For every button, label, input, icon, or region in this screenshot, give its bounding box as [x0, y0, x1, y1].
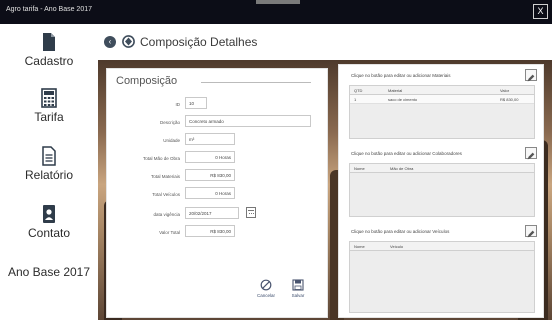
- sidebar: Cadastro Tarifa Relatório Contato Ano Ba…: [0, 24, 98, 320]
- table-cell: 1: [354, 97, 357, 102]
- field-label: Descrição: [159, 120, 180, 125]
- form-row-materiais: Total Materiais: [107, 171, 180, 183]
- user-icon: [43, 205, 55, 223]
- edit-materials-button[interactable]: [525, 69, 537, 82]
- sidebar-item-label: Relatório: [24, 168, 74, 182]
- save-label: Salvar: [291, 293, 305, 298]
- field-label: ID: [175, 102, 181, 107]
- edit-collaborators-button[interactable]: [525, 147, 537, 160]
- unit-field[interactable]: m³: [185, 133, 235, 145]
- main-area: ‹ Composição Detalhes Composição ID 10 D…: [98, 24, 552, 320]
- description-field[interactable]: Concreto armado: [185, 115, 311, 127]
- table-cell: R$ 830,00: [500, 97, 519, 102]
- page-header: ‹ Composição Detalhes: [98, 24, 552, 60]
- title-bar: Agro tarifa - Ano Base 2017 X: [0, 0, 552, 24]
- materials-title: Clique no botão para editar ou adicionar…: [351, 73, 451, 78]
- sidebar-item-relatorio[interactable]: Relatório: [0, 146, 98, 182]
- cancel-button[interactable]: Cancelar: [253, 277, 279, 307]
- validity-date-field[interactable]: 20/02/2017: [185, 207, 239, 219]
- document-icon: [42, 146, 56, 166]
- column-header: QTD: [354, 88, 363, 93]
- labor-total-field: 0 Horas: [185, 151, 235, 163]
- form-title: Composição: [116, 75, 178, 87]
- logo-icon: [122, 35, 135, 48]
- cancel-label: Cancelar: [256, 293, 275, 298]
- field-label: Total Mão de Obra: [142, 156, 180, 161]
- field-label: Total Materiais: [150, 174, 180, 179]
- total-value-field: R$ 830,00: [185, 225, 235, 237]
- drag-handle[interactable]: [256, 0, 300, 4]
- table-cell: saco de cimento: [388, 97, 418, 102]
- column-header: Valor: [500, 88, 510, 93]
- save-button[interactable]: Salvar: [285, 277, 311, 307]
- title-divider: [201, 82, 311, 83]
- calendar-icon[interactable]: [246, 207, 256, 218]
- save-icon: [292, 279, 304, 291]
- materials-table: QTD Material Valor 1 saco de cimento R$ …: [349, 85, 535, 139]
- column-header: Nome: [354, 244, 365, 249]
- sidebar-item-label: Contato: [27, 226, 71, 240]
- form-row-unidade: Unidade: [107, 135, 180, 147]
- edit-icon: [527, 230, 535, 238]
- form-row-id: ID: [107, 99, 181, 111]
- column-header: Material: [388, 88, 403, 93]
- form-row-vigencia: data vigência: [107, 209, 180, 221]
- page-title: Composição Detalhes: [140, 35, 258, 49]
- field-label: Total Veículos: [152, 192, 180, 197]
- close-button[interactable]: X: [533, 4, 548, 19]
- table-header: Nome Mão de Obra: [350, 164, 534, 173]
- composition-form: Composição ID 10 Descrição Concreto arma…: [106, 68, 328, 318]
- form-row-descricao: Descrição: [107, 117, 180, 129]
- sidebar-item-cadastro[interactable]: Cadastro: [0, 32, 98, 68]
- vehicles-title: Clique no botão para editar ou adicionar…: [351, 229, 450, 234]
- calculator-icon: [41, 88, 57, 108]
- field-label: Valor Total: [159, 230, 180, 235]
- id-field[interactable]: 10: [185, 97, 207, 109]
- sidebar-item-label: Cadastro: [24, 54, 74, 68]
- file-icon: [43, 33, 55, 51]
- column-header: Mão de Obra: [390, 166, 414, 171]
- form-row-valor-total: Valor Total: [107, 227, 180, 239]
- sidebar-item-contato[interactable]: Contato: [0, 204, 98, 240]
- column-header: Veículo: [390, 244, 404, 249]
- materials-total-field: R$ 830,00: [185, 169, 235, 181]
- sidebar-item-label: Tarifa: [34, 110, 64, 124]
- details-panel: Clique no botão para editar ou adicionar…: [338, 64, 544, 318]
- form-row-mao-de-obra: Total Mão de Obra: [107, 153, 180, 165]
- table-header: Nome Veículo: [350, 242, 534, 251]
- table-header: QTD Material Valor: [350, 86, 534, 95]
- collaborators-table: Nome Mão de Obra: [349, 163, 535, 217]
- window-title: Agro tarifa - Ano Base 2017: [6, 6, 92, 13]
- field-label: data vigência: [153, 212, 180, 217]
- form-row-veiculos: Total Veículos: [107, 189, 180, 201]
- column-header: Nome: [354, 166, 365, 171]
- edit-icon: [527, 74, 535, 82]
- edit-icon: [527, 152, 535, 160]
- vehicles-total-field: 0 Horas: [185, 187, 235, 199]
- cancel-icon: [260, 279, 272, 291]
- table-row[interactable]: 1 saco de cimento R$ 830,00: [350, 95, 534, 104]
- collaborators-title: Clique no botão para editar ou adicionar…: [351, 151, 462, 156]
- back-button[interactable]: ‹: [104, 36, 116, 48]
- vehicles-table: Nome Veículo: [349, 241, 535, 313]
- sidebar-item-tarifa[interactable]: Tarifa: [0, 88, 98, 124]
- year-label: Ano Base 2017: [7, 265, 91, 279]
- edit-vehicles-button[interactable]: [525, 225, 537, 238]
- field-label: Unidade: [163, 138, 180, 143]
